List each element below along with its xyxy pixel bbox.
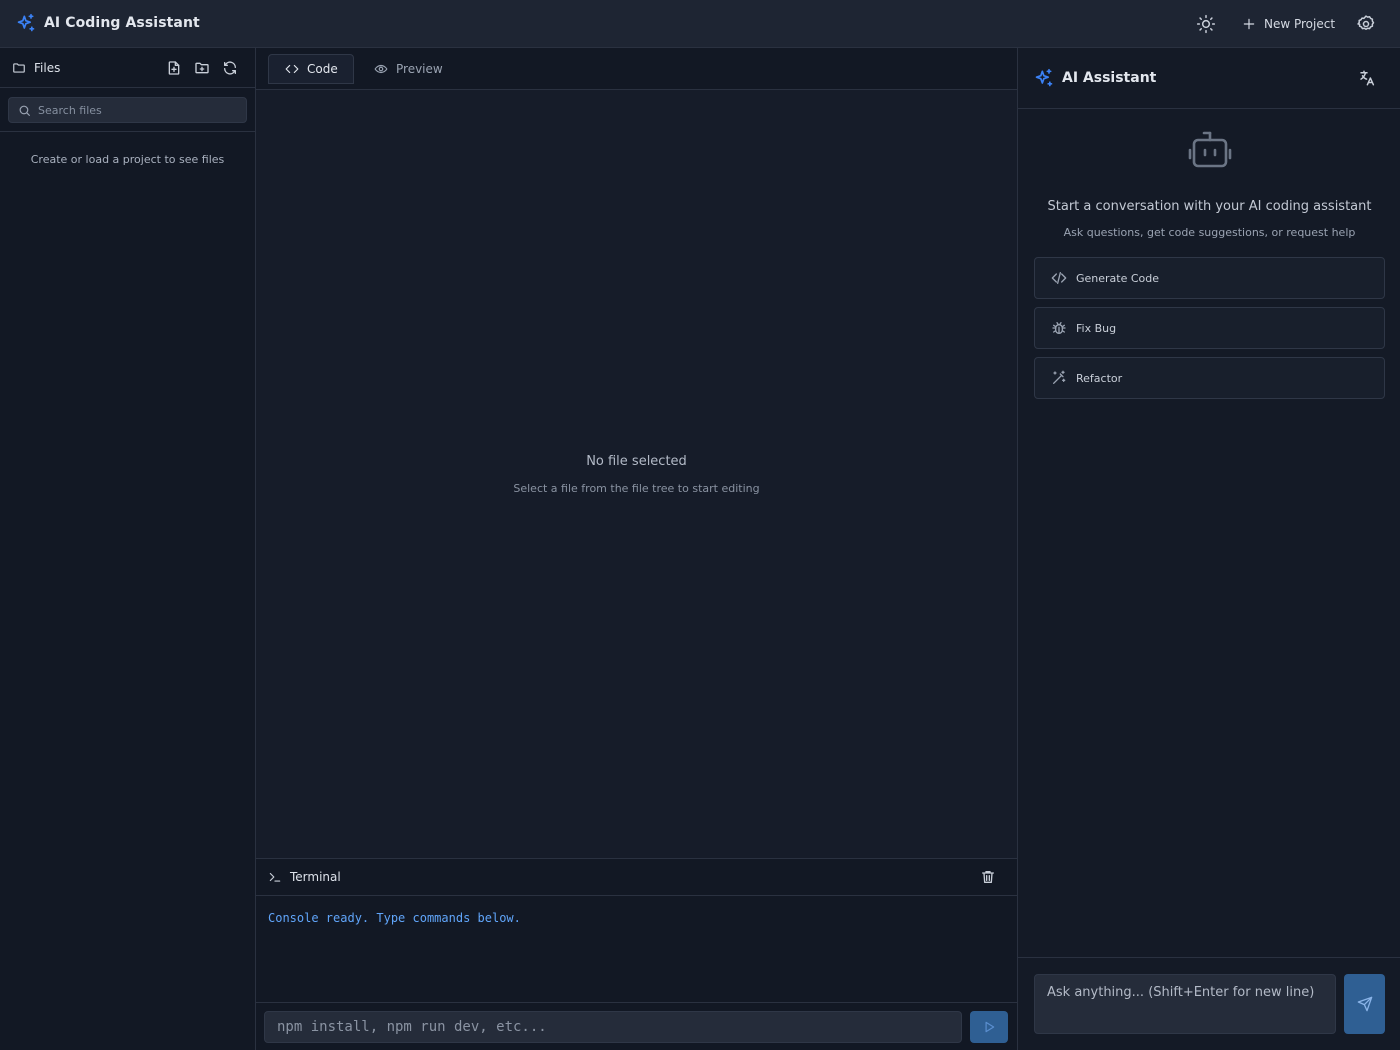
wand-icon — [1053, 370, 1066, 384]
sparkles-icon — [1035, 68, 1053, 87]
generate-code-button[interactable]: Generate Code — [1034, 257, 1385, 299]
ai-chat-input[interactable] — [1034, 974, 1336, 1034]
app-title: AI Coding Assistant — [44, 15, 200, 31]
tab-preview-label: Preview — [396, 62, 443, 76]
plus-icon — [1243, 18, 1255, 30]
folder-plus-icon — [195, 62, 209, 74]
new-project-button[interactable]: New Project — [1234, 10, 1343, 38]
refactor-label: Refactor — [1076, 371, 1123, 385]
send-message-button[interactable] — [1344, 974, 1385, 1034]
terminal-title: Terminal — [268, 870, 341, 884]
ai-intro-subtext: Ask questions, get code suggestions, or … — [1063, 226, 1356, 239]
files-actions — [166, 60, 250, 78]
files-header: Files — [0, 48, 255, 88]
files-title: Files — [12, 61, 60, 75]
brand: AI Coding Assistant — [16, 13, 200, 33]
refresh-icon — [224, 61, 236, 75]
editor-tabs: Code Preview — [256, 48, 1017, 90]
ai-title-label: AI Assistant — [1062, 70, 1157, 86]
no-file-subtitle: Select a file from the file tree to star… — [513, 482, 760, 495]
tab-code-label: Code — [307, 62, 338, 76]
ai-assistant-panel: AI Assistant Start a conversation with y… — [1017, 48, 1400, 1050]
sparkles-icon — [16, 13, 36, 33]
clear-terminal-button[interactable] — [980, 869, 998, 887]
bot-icon — [1187, 130, 1233, 170]
new-file-button[interactable] — [166, 60, 184, 78]
trash-icon — [982, 871, 994, 883]
search-icon — [19, 105, 30, 116]
files-empty-message: Create or load a project to see files — [30, 153, 225, 166]
eye-icon — [374, 64, 388, 74]
play-icon — [985, 1021, 995, 1033]
editor-pane: Code Preview No file selected Select a f… — [256, 48, 1017, 858]
terminal-icon — [269, 872, 281, 882]
send-icon — [1357, 996, 1372, 1012]
sun-icon — [1196, 14, 1216, 34]
run-command-button[interactable] — [970, 1011, 1008, 1043]
tab-preview[interactable]: Preview — [372, 54, 443, 84]
code-icon — [1051, 272, 1067, 284]
files-sidebar: Files Search files Create or load a proj… — [0, 48, 256, 1050]
file-plus-icon — [168, 61, 180, 75]
top-header: AI Coding Assistant New Project — [0, 0, 1400, 48]
refactor-button[interactable]: Refactor — [1034, 357, 1385, 399]
new-project-label: New Project — [1264, 17, 1336, 31]
new-folder-button[interactable] — [194, 60, 212, 78]
code-icon — [285, 64, 299, 74]
generate-code-label: Generate Code — [1076, 271, 1160, 285]
theme-toggle-button[interactable] — [1196, 14, 1216, 34]
settings-button[interactable] — [1356, 14, 1376, 34]
terminal-panel: Terminal Console ready. Type commands be… — [256, 858, 1017, 1050]
gear-icon — [1357, 15, 1375, 30]
no-file-title: No file selected — [586, 454, 687, 469]
terminal-input-row — [256, 1002, 1017, 1050]
terminal-header: Terminal — [256, 859, 1017, 896]
file-search-box — [8, 97, 247, 123]
folder-icon — [13, 63, 25, 73]
ai-title: AI Assistant — [1034, 68, 1156, 88]
terminal-input[interactable] — [264, 1011, 962, 1043]
file-search-row — [0, 88, 255, 132]
tab-code[interactable]: Code — [268, 54, 354, 84]
terminal-output-line: Console ready. Type commands below. — [268, 911, 521, 925]
files-title-label: Files — [34, 61, 61, 75]
terminal-title-label: Terminal — [290, 870, 341, 884]
ai-header: AI Assistant — [1018, 48, 1400, 109]
ai-intro-text: Start a conversation with your AI coding… — [1047, 199, 1372, 214]
translate-icon — [1360, 70, 1375, 86]
fix-bug-button[interactable]: Fix Bug — [1034, 307, 1385, 349]
fix-bug-label: Fix Bug — [1076, 321, 1117, 335]
bug-icon — [1052, 322, 1066, 334]
refresh-files-button[interactable] — [222, 60, 240, 78]
app-root: AI Coding Assistant New Project Files Se… — [0, 0, 1400, 1050]
language-button[interactable] — [1358, 69, 1376, 87]
ai-input-row — [1018, 957, 1400, 1050]
file-search-input[interactable] — [38, 103, 238, 117]
